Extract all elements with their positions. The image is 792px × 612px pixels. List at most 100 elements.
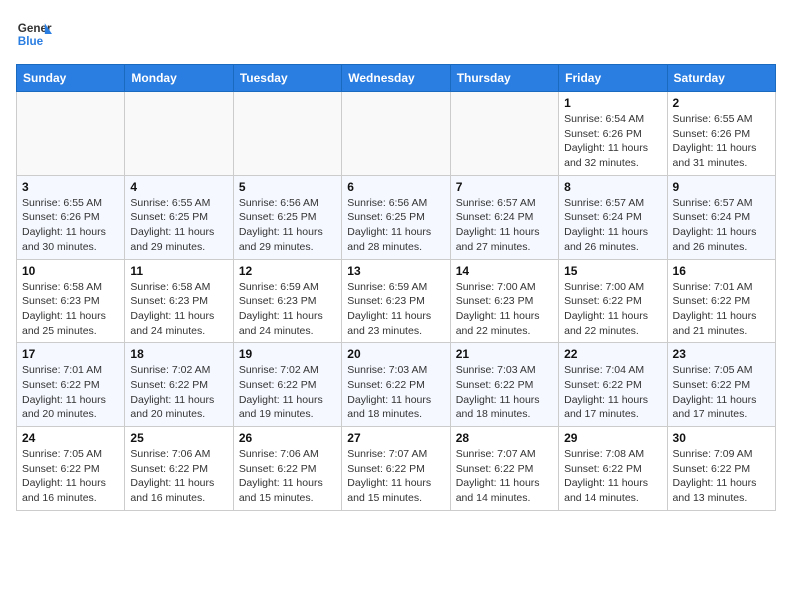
day-number: 2 bbox=[673, 96, 770, 110]
calendar-cell: 27 Sunrise: 7:07 AM Sunset: 6:22 PM Dayli… bbox=[342, 427, 450, 511]
calendar-cell: 23 Sunrise: 7:05 AM Sunset: 6:22 PM Dayli… bbox=[667, 343, 775, 427]
calendar-header-row: SundayMondayTuesdayWednesdayThursdayFrid… bbox=[17, 65, 776, 92]
day-info: Sunrise: 7:07 AM Sunset: 6:22 PM Dayligh… bbox=[347, 447, 444, 506]
day-info: Sunrise: 7:06 AM Sunset: 6:22 PM Dayligh… bbox=[239, 447, 336, 506]
col-header-sunday: Sunday bbox=[17, 65, 125, 92]
calendar-cell: 15 Sunrise: 7:00 AM Sunset: 6:22 PM Dayli… bbox=[559, 259, 667, 343]
calendar-cell: 8 Sunrise: 6:57 AM Sunset: 6:24 PM Daylig… bbox=[559, 175, 667, 259]
calendar-cell: 13 Sunrise: 6:59 AM Sunset: 6:23 PM Dayli… bbox=[342, 259, 450, 343]
day-number: 28 bbox=[456, 431, 553, 445]
day-number: 17 bbox=[22, 347, 119, 361]
day-info: Sunrise: 6:56 AM Sunset: 6:25 PM Dayligh… bbox=[239, 196, 336, 255]
day-info: Sunrise: 6:57 AM Sunset: 6:24 PM Dayligh… bbox=[564, 196, 661, 255]
day-info: Sunrise: 7:05 AM Sunset: 6:22 PM Dayligh… bbox=[673, 363, 770, 422]
day-info: Sunrise: 7:00 AM Sunset: 6:22 PM Dayligh… bbox=[564, 280, 661, 339]
calendar-cell: 7Sunrise: 6:57 AM Sunset: 6:24 PM Daylig… bbox=[450, 175, 558, 259]
day-number: 14 bbox=[456, 264, 553, 278]
day-number: 24 bbox=[22, 431, 119, 445]
calendar-cell: 17 Sunrise: 7:01 AM Sunset: 6:22 PM Dayli… bbox=[17, 343, 125, 427]
day-number: 16 bbox=[673, 264, 770, 278]
day-info: Sunrise: 7:03 AM Sunset: 6:22 PM Dayligh… bbox=[456, 363, 553, 422]
col-header-thursday: Thursday bbox=[450, 65, 558, 92]
page-header: General Blue bbox=[16, 16, 776, 52]
calendar-cell: 4 Sunrise: 6:55 AM Sunset: 6:25 PM Daylig… bbox=[125, 175, 233, 259]
day-info: Sunrise: 6:54 AM Sunset: 6:26 PM Dayligh… bbox=[564, 112, 661, 171]
calendar-cell bbox=[342, 92, 450, 176]
calendar-cell: 16 Sunrise: 7:01 AM Sunset: 6:22 PM Dayli… bbox=[667, 259, 775, 343]
day-info: Sunrise: 6:57 AM Sunset: 6:24 PM Dayligh… bbox=[673, 196, 770, 255]
day-number: 26 bbox=[239, 431, 336, 445]
calendar-week-4: 17 Sunrise: 7:01 AM Sunset: 6:22 PM Dayli… bbox=[17, 343, 776, 427]
day-info: Sunrise: 6:59 AM Sunset: 6:23 PM Dayligh… bbox=[347, 280, 444, 339]
calendar-week-2: 3 Sunrise: 6:55 AM Sunset: 6:26 PM Daylig… bbox=[17, 175, 776, 259]
calendar-cell: 29Sunrise: 7:08 AM Sunset: 6:22 PM Dayli… bbox=[559, 427, 667, 511]
logo: General Blue bbox=[16, 16, 52, 52]
day-number: 10 bbox=[22, 264, 119, 278]
logo-icon: General Blue bbox=[16, 16, 52, 52]
calendar-cell: 30 Sunrise: 7:09 AM Sunset: 6:22 PM Dayli… bbox=[667, 427, 775, 511]
calendar-cell: 20Sunrise: 7:03 AM Sunset: 6:22 PM Dayli… bbox=[342, 343, 450, 427]
day-info: Sunrise: 6:55 AM Sunset: 6:25 PM Dayligh… bbox=[130, 196, 227, 255]
day-info: Sunrise: 7:02 AM Sunset: 6:22 PM Dayligh… bbox=[130, 363, 227, 422]
calendar-week-1: 1Sunrise: 6:54 AM Sunset: 6:26 PM Daylig… bbox=[17, 92, 776, 176]
day-number: 9 bbox=[673, 180, 770, 194]
day-number: 8 bbox=[564, 180, 661, 194]
calendar-cell: 18Sunrise: 7:02 AM Sunset: 6:22 PM Dayli… bbox=[125, 343, 233, 427]
calendar-cell: 11 Sunrise: 6:58 AM Sunset: 6:23 PM Dayli… bbox=[125, 259, 233, 343]
day-number: 6 bbox=[347, 180, 444, 194]
day-info: Sunrise: 6:55 AM Sunset: 6:26 PM Dayligh… bbox=[22, 196, 119, 255]
calendar-cell: 26 Sunrise: 7:06 AM Sunset: 6:22 PM Dayli… bbox=[233, 427, 341, 511]
day-number: 5 bbox=[239, 180, 336, 194]
col-header-saturday: Saturday bbox=[667, 65, 775, 92]
calendar-cell: 9 Sunrise: 6:57 AM Sunset: 6:24 PM Daylig… bbox=[667, 175, 775, 259]
day-info: Sunrise: 6:58 AM Sunset: 6:23 PM Dayligh… bbox=[130, 280, 227, 339]
day-info: Sunrise: 6:56 AM Sunset: 6:25 PM Dayligh… bbox=[347, 196, 444, 255]
day-number: 15 bbox=[564, 264, 661, 278]
day-number: 13 bbox=[347, 264, 444, 278]
calendar-week-5: 24 Sunrise: 7:05 AM Sunset: 6:22 PM Dayli… bbox=[17, 427, 776, 511]
day-number: 4 bbox=[130, 180, 227, 194]
calendar-cell: 6 Sunrise: 6:56 AM Sunset: 6:25 PM Daylig… bbox=[342, 175, 450, 259]
calendar-cell: 10Sunrise: 6:58 AM Sunset: 6:23 PM Dayli… bbox=[17, 259, 125, 343]
day-number: 11 bbox=[130, 264, 227, 278]
calendar-cell: 24 Sunrise: 7:05 AM Sunset: 6:22 PM Dayli… bbox=[17, 427, 125, 511]
day-info: Sunrise: 7:07 AM Sunset: 6:22 PM Dayligh… bbox=[456, 447, 553, 506]
col-header-monday: Monday bbox=[125, 65, 233, 92]
calendar-cell: 5 Sunrise: 6:56 AM Sunset: 6:25 PM Daylig… bbox=[233, 175, 341, 259]
calendar-cell: 14Sunrise: 7:00 AM Sunset: 6:23 PM Dayli… bbox=[450, 259, 558, 343]
day-info: Sunrise: 6:55 AM Sunset: 6:26 PM Dayligh… bbox=[673, 112, 770, 171]
col-header-tuesday: Tuesday bbox=[233, 65, 341, 92]
day-info: Sunrise: 7:09 AM Sunset: 6:22 PM Dayligh… bbox=[673, 447, 770, 506]
calendar-cell: 2 Sunrise: 6:55 AM Sunset: 6:26 PM Daylig… bbox=[667, 92, 775, 176]
calendar-cell bbox=[450, 92, 558, 176]
day-number: 3 bbox=[22, 180, 119, 194]
day-number: 30 bbox=[673, 431, 770, 445]
calendar-cell bbox=[17, 92, 125, 176]
day-number: 27 bbox=[347, 431, 444, 445]
day-number: 22 bbox=[564, 347, 661, 361]
day-number: 25 bbox=[130, 431, 227, 445]
day-info: Sunrise: 7:08 AM Sunset: 6:22 PM Dayligh… bbox=[564, 447, 661, 506]
day-info: Sunrise: 7:01 AM Sunset: 6:22 PM Dayligh… bbox=[673, 280, 770, 339]
calendar-cell: 12Sunrise: 6:59 AM Sunset: 6:23 PM Dayli… bbox=[233, 259, 341, 343]
svg-text:Blue: Blue bbox=[18, 35, 44, 48]
col-header-friday: Friday bbox=[559, 65, 667, 92]
day-info: Sunrise: 7:05 AM Sunset: 6:22 PM Dayligh… bbox=[22, 447, 119, 506]
day-info: Sunrise: 7:01 AM Sunset: 6:22 PM Dayligh… bbox=[22, 363, 119, 422]
calendar-cell bbox=[233, 92, 341, 176]
day-number: 23 bbox=[673, 347, 770, 361]
day-info: Sunrise: 6:57 AM Sunset: 6:24 PM Dayligh… bbox=[456, 196, 553, 255]
day-info: Sunrise: 7:06 AM Sunset: 6:22 PM Dayligh… bbox=[130, 447, 227, 506]
day-info: Sunrise: 7:04 AM Sunset: 6:22 PM Dayligh… bbox=[564, 363, 661, 422]
day-number: 21 bbox=[456, 347, 553, 361]
col-header-wednesday: Wednesday bbox=[342, 65, 450, 92]
day-number: 20 bbox=[347, 347, 444, 361]
calendar-cell: 1Sunrise: 6:54 AM Sunset: 6:26 PM Daylig… bbox=[559, 92, 667, 176]
day-info: Sunrise: 6:59 AM Sunset: 6:23 PM Dayligh… bbox=[239, 280, 336, 339]
day-number: 19 bbox=[239, 347, 336, 361]
calendar-week-3: 10 Sunrise: 6:58 AM Sunset: 6:23 PM Dayli… bbox=[17, 259, 776, 343]
calendar-cell: 25 Sunrise: 7:06 AM Sunset: 6:22 PM Dayli… bbox=[125, 427, 233, 511]
calendar-cell: 22 Sunrise: 7:04 AM Sunset: 6:22 PM Dayli… bbox=[559, 343, 667, 427]
calendar-cell: 21 Sunrise: 7:03 AM Sunset: 6:22 PM Dayli… bbox=[450, 343, 558, 427]
calendar-cell: 28 Sunrise: 7:07 AM Sunset: 6:22 PM Dayli… bbox=[450, 427, 558, 511]
